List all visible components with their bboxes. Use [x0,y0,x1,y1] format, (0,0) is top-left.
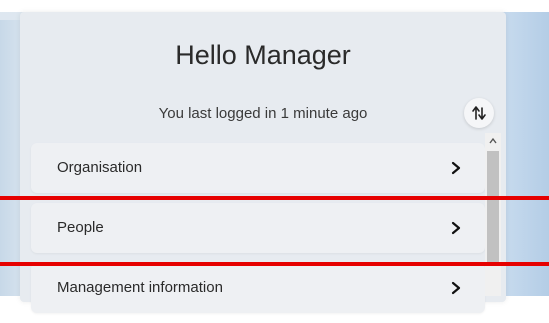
menu-item-management-information[interactable]: Management information [31,263,485,313]
scroll-up-button[interactable] [485,133,501,149]
scrollbar[interactable] [485,133,501,296]
chevron-right-icon [451,221,461,235]
sort-button[interactable] [464,98,494,128]
chevron-up-icon [489,137,497,144]
menu-item-label: People [57,219,104,236]
last-login-text: You last logged in 1 minute ago [158,105,368,122]
menu-item-label: Organisation [57,159,143,176]
chevron-right-icon [451,161,461,175]
menu-item-label: Management information [57,279,223,296]
sort-arrows-icon [472,106,486,120]
menu-item-people[interactable]: People [31,203,485,253]
background-right [499,0,549,296]
highlight-line-top [0,196,549,200]
menu-list: Organisation People Management informati… [31,143,485,323]
welcome-card: Hello Manager You last logged in 1 minut… [20,12,506,313]
menu-item-organisation[interactable]: Organisation [31,143,485,193]
chevron-right-icon [451,281,461,295]
top-strip [0,0,549,12]
scroll-thumb[interactable] [487,151,499,263]
page-title: Hello Manager [175,40,351,70]
highlight-line-bottom [0,262,549,266]
